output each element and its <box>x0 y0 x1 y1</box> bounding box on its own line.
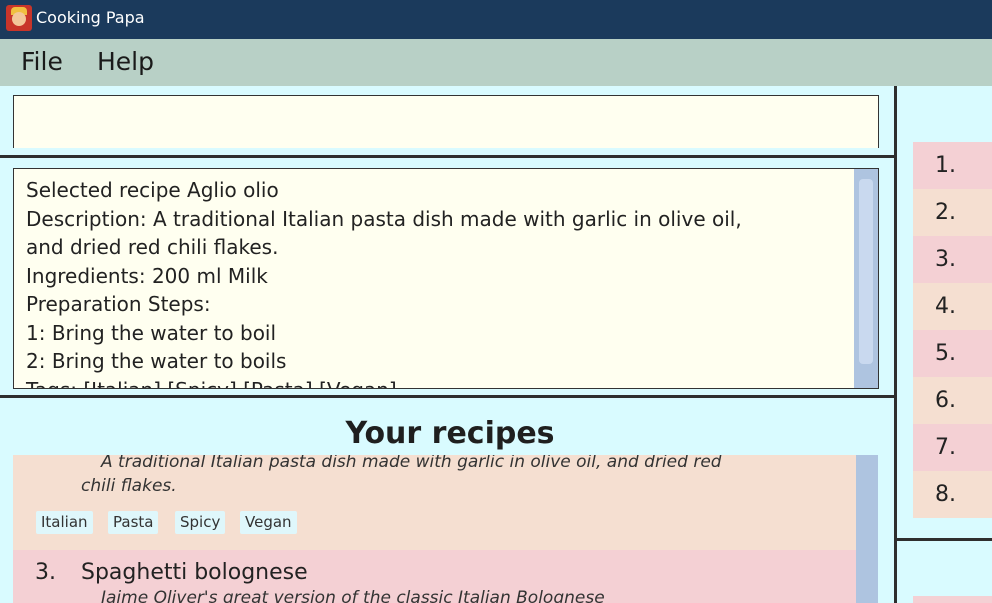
result-line: Selected recipe Aglio olio <box>26 178 279 202</box>
divider <box>0 395 895 398</box>
recipe-name: Spaghetti bolognese <box>81 560 308 585</box>
recipe-card[interactable]: A traditional Italian pasta dish made wi… <box>13 455 856 550</box>
result-line: Tags: [Italian] [Spicy] [Pasta] [Vegan] <box>26 376 856 389</box>
side-item-index: 2. <box>935 200 956 225</box>
tag-badge: Italian <box>36 511 93 534</box>
side-list-item[interactable]: 7. <box>913 424 992 471</box>
command-input[interactable] <box>13 95 879 148</box>
side-item-index: 5. <box>935 341 956 366</box>
tag-badge: Pasta <box>108 511 159 534</box>
side-item-index: 4. <box>935 294 956 319</box>
side-list-item[interactable] <box>913 596 992 603</box>
title-bar: Cooking Papa <box>0 0 992 39</box>
menu-file[interactable]: File <box>21 47 63 77</box>
side-list[interactable]: 1. 2. 3. 4. 5. 6. 7. 8. <box>913 142 992 525</box>
result-line: Description: A traditional Italian pasta… <box>26 206 742 231</box>
side-item-index: 7. <box>935 435 956 460</box>
recipe-list-title: Your recipes <box>345 416 555 451</box>
side-list-item[interactable]: 8. <box>913 471 992 518</box>
recipe-list[interactable]: A traditional Italian pasta dish made wi… <box>13 455 878 603</box>
recipe-card[interactable]: 3. Spaghetti bolognese Jaime Oliver's gr… <box>13 550 856 603</box>
side-item-index: 1. <box>935 153 956 178</box>
result-line: Preparation Steps: <box>26 292 211 316</box>
window-title: Cooking Papa <box>36 8 145 27</box>
result-line: and dried red chili flakes. <box>26 235 279 259</box>
side-list-item[interactable]: 6. <box>913 377 992 424</box>
result-display: Selected recipe Aglio olio Description: … <box>13 168 879 389</box>
side-list-item[interactable]: 5. <box>913 330 992 377</box>
result-line: Ingredients: 200 ml Milk <box>26 263 268 288</box>
result-line: 1: Bring the water to boil <box>26 320 277 345</box>
divider <box>897 538 992 541</box>
side-item-index: 6. <box>935 388 956 413</box>
result-scrollbar[interactable] <box>854 169 878 388</box>
tag-badge: Vegan <box>240 511 297 534</box>
result-scroll-thumb[interactable] <box>859 179 873 364</box>
menu-bar: File Help <box>0 39 992 86</box>
divider <box>0 155 895 158</box>
vertical-divider <box>894 86 897 603</box>
side-item-index: 3. <box>935 247 956 272</box>
recipe-list-scrollbar[interactable] <box>856 455 878 603</box>
app-logo-icon <box>6 5 32 31</box>
menu-help[interactable]: Help <box>97 47 154 77</box>
recipe-index: 3. <box>35 560 56 585</box>
tag-badge: Spicy <box>175 511 226 534</box>
recipe-description: chili flakes. <box>81 476 177 496</box>
side-list-item[interactable]: 1. <box>913 142 992 189</box>
recipe-description: Jaime Oliver's great version of the clas… <box>101 588 605 603</box>
side-list-item[interactable]: 4. <box>913 283 992 330</box>
side-list-item[interactable]: 2. <box>913 189 992 236</box>
side-list-item[interactable]: 3. <box>913 236 992 283</box>
recipe-description: A traditional Italian pasta dish made wi… <box>101 455 722 472</box>
side-item-index: 8. <box>935 482 956 507</box>
result-line: 2: Bring the water to boils <box>26 349 287 373</box>
